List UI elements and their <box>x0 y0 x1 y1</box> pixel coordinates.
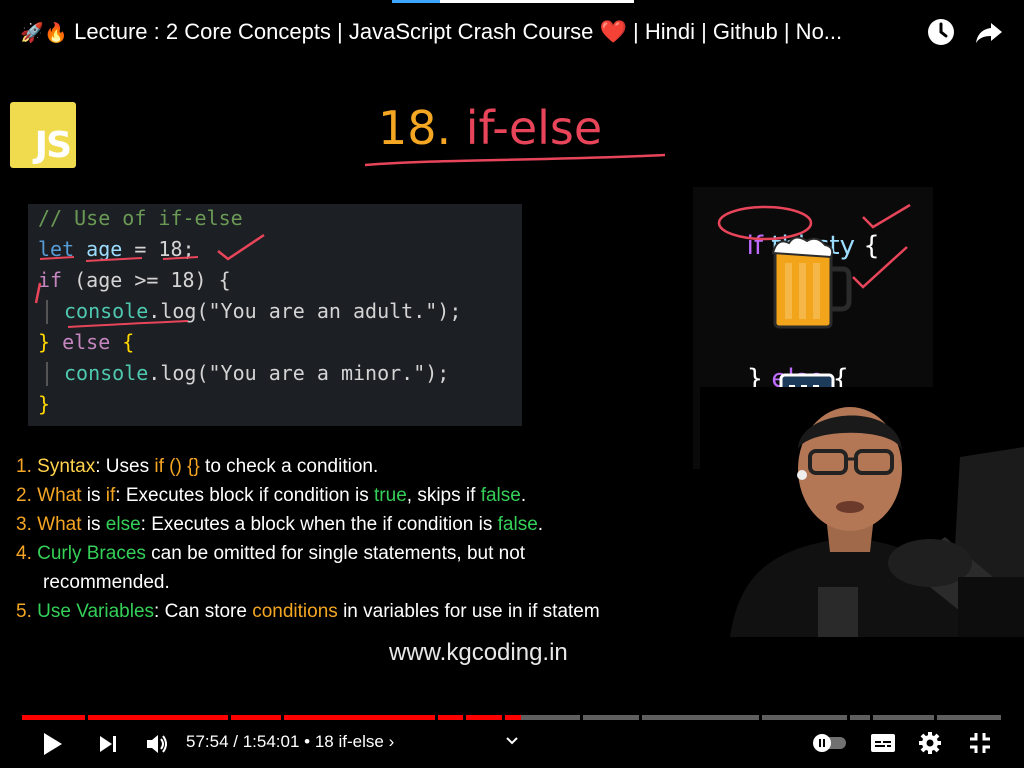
video-title-text: Lecture : 2 Core Concepts | JavaScript C… <box>74 19 843 44</box>
play-icon[interactable] <box>40 730 66 762</box>
progress-segment-unplayed[interactable] <box>937 715 1001 720</box>
video-title[interactable]: 🚀🔥 Lecture : 2 Core Concepts | JavaScrip… <box>20 16 920 50</box>
presenter-webcam <box>700 387 1024 637</box>
chapter-chevron-icon[interactable]: › <box>389 732 395 751</box>
next-icon[interactable] <box>96 730 122 762</box>
autoplay-toggle-icon[interactable] <box>812 733 848 757</box>
code-line-5: } else { <box>38 330 135 354</box>
progress-segment-played[interactable] <box>231 715 281 720</box>
code-line-7: } <box>38 392 51 416</box>
progress-segment-played[interactable] <box>466 715 502 720</box>
video-frame[interactable]: JS 18. if-else // Use of if-else let age… <box>0 95 1024 672</box>
progress-segment-played[interactable] <box>438 715 463 720</box>
fullscreen-icon[interactable] <box>968 731 992 759</box>
chapter-title[interactable]: • 18 if-else <box>299 732 384 751</box>
annotation-marks-icon <box>34 233 265 328</box>
duration: 1:54:01 <box>242 732 300 751</box>
progress-segment-unplayed[interactable] <box>520 715 580 720</box>
progress-segment-unplayed[interactable] <box>583 715 639 720</box>
time-display: 57:54 / 1:54:01 • 18 if-else › <box>186 732 395 751</box>
settings-gear-icon[interactable] <box>918 731 942 759</box>
point-3: 3. What is else: Executes a block when t… <box>16 514 544 535</box>
code-line-6: console.log("You are a minor."); <box>64 361 450 385</box>
point-1: 1. Syntax: Uses if () {} to check a cond… <box>16 456 379 477</box>
code-line-1: // Use of if-else <box>38 206 243 230</box>
point-4-continued: recommended. <box>43 572 170 593</box>
rocket-emoji: 🚀 <box>20 23 44 44</box>
progress-segment-unplayed[interactable] <box>873 715 934 720</box>
top-loading-bar <box>392 0 634 3</box>
point-2: 2. What is if: Executes block if conditi… <box>16 485 527 506</box>
progress-segment-played[interactable] <box>22 715 85 720</box>
js-logo: JS <box>10 102 76 168</box>
expand-chapters-icon[interactable] <box>503 732 521 754</box>
progress-segment-played[interactable] <box>88 715 228 720</box>
title-underline-icon <box>364 153 666 167</box>
full-beer-mug-icon <box>771 236 908 329</box>
progress-segment-unplayed[interactable] <box>762 715 847 720</box>
clock-icon[interactable] <box>925 16 957 48</box>
slide-title: 18. if-else <box>378 101 603 155</box>
progress-segment-unplayed[interactable] <box>850 715 870 720</box>
current-time: 57:54 <box>186 732 229 751</box>
progress-bar[interactable] <box>22 715 1004 720</box>
point-4: 4. Curly Braces can be omitted for singl… <box>16 543 526 564</box>
share-arrow-icon[interactable] <box>973 16 1005 48</box>
volume-icon[interactable] <box>144 730 170 762</box>
progress-segment-played[interactable] <box>284 715 435 720</box>
progress-segment-played[interactable] <box>505 715 521 720</box>
point-5: 5. Use Variables: Can store conditions i… <box>16 601 600 622</box>
progress-segment-unplayed[interactable] <box>642 715 759 720</box>
website-watermark: www.kgcoding.in <box>389 639 568 666</box>
subtitles-icon[interactable] <box>870 732 896 758</box>
fire-emoji: 🔥 <box>44 23 68 44</box>
